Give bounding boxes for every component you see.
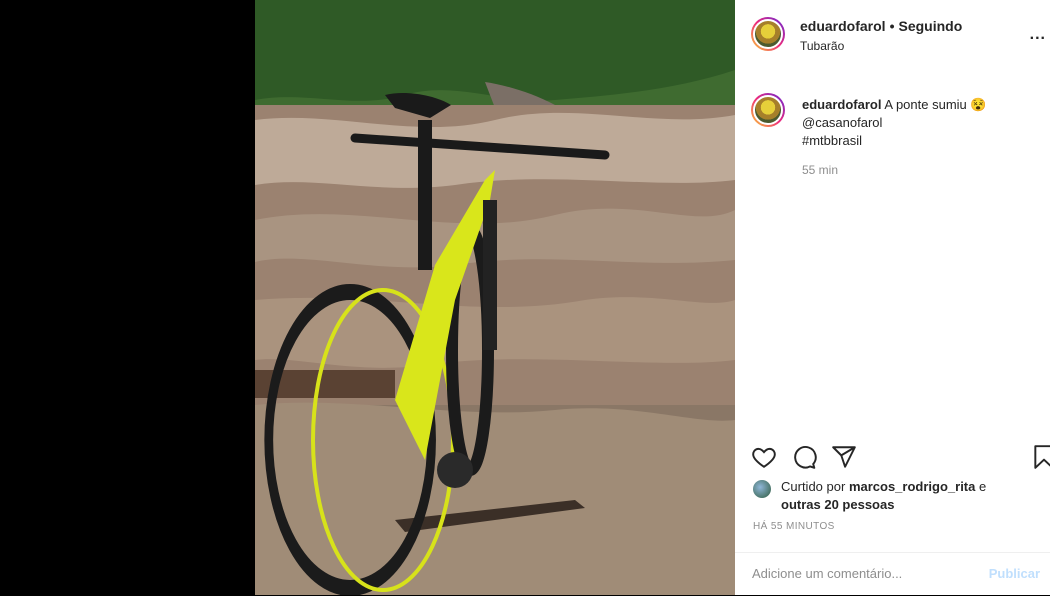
caption-username[interactable]: eduardofarol [802,97,881,112]
liked-username[interactable]: marcos_rodrigo_rita [849,479,975,494]
caption-hashtag[interactable]: #mtbbrasil [802,133,862,148]
liked-and: e [979,479,987,494]
comment-input[interactable]: Adicione um comentário... [752,566,902,581]
share-icon[interactable] [831,444,857,470]
publish-button[interactable]: Publicar [989,566,1040,581]
post-location[interactable]: Tubarão [800,39,844,53]
comment-icon[interactable] [791,444,817,470]
post-timestamp[interactable]: HÁ 55 MINUTOS [753,521,835,532]
bike-flood-photo [255,0,735,595]
author-avatar[interactable] [751,17,785,51]
liker-avatar[interactable] [753,480,771,498]
comment-bar: Adicione um comentário... Publicar [735,552,1050,596]
action-bar [751,444,1050,472]
follow-status-button[interactable]: Seguindo [898,18,962,34]
bookmark-icon[interactable] [1031,444,1050,470]
separator-dot: • [889,18,895,34]
caption-text: A ponte sumiu 😵 [884,97,987,112]
post-header: eduardofarol • Seguindo [800,18,962,34]
liked-others-link[interactable]: outras 20 pessoas [781,497,894,512]
author-username[interactable]: eduardofarol [800,18,886,34]
heart-icon[interactable] [751,444,777,470]
left-black-area [0,0,255,595]
post-sidebar: eduardofarol • Seguindo Tubarão ... eduard… [735,0,1050,595]
caption-mention[interactable]: @casanofarol [802,115,882,130]
liked-prefix: Curtido por [781,479,846,494]
caption-time: 55 min [802,163,839,177]
more-options-icon[interactable]: ... [1030,26,1046,44]
caption-avatar[interactable] [751,93,785,127]
post-photo[interactable] [255,0,735,595]
post-caption: eduardofarol A ponte sumiu 😵 @casanofaro… [802,96,1042,150]
